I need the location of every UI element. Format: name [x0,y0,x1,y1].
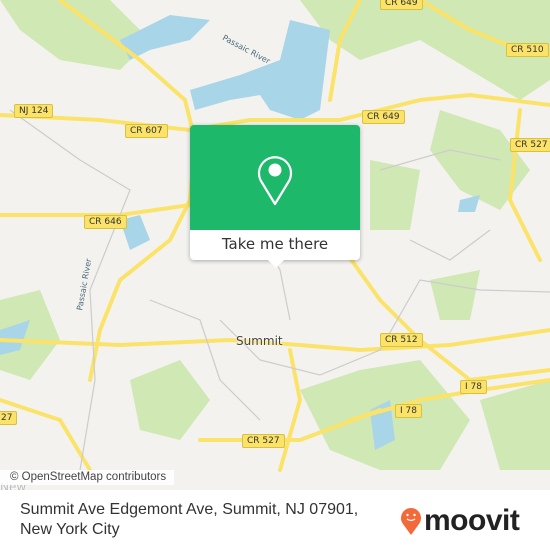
place-label-summit: Summit [236,334,283,348]
road-label: CR 649 [362,110,405,124]
road-label: NJ 124 [14,104,54,118]
road-label: CR 649 [380,0,423,10]
address-text: Summit Ave Edgemont Ave, Summit, NJ 0790… [20,501,359,538]
moovit-pin-icon [401,508,421,535]
popup-header [190,125,360,230]
footer: Summit Ave Edgemont Ave, Summit, NJ 0790… [0,490,550,550]
road-label: CR 607 [125,124,168,138]
road-label: CR 512 [380,333,423,347]
take-me-there-popup[interactable]: Take me there [190,125,360,268]
moovit-logo: moovit [400,504,520,538]
road-label: CR 527 [242,434,285,448]
attribution[interactable]: © OpenStreetMap contributors [0,470,175,485]
road-label: CR 646 [84,215,127,229]
map[interactable]: CR 649 CR 510 NJ 124 CR 607 CR 649 CR 52… [0,0,550,490]
map-pin-icon [257,156,293,206]
road-label: I 78 [395,404,422,418]
brand-name: moovit [424,504,520,537]
take-me-there-button[interactable]: Take me there [190,230,360,260]
road-label: I 78 [460,380,487,394]
road-label: CR 527 [510,138,550,152]
road-label: CR 510 [506,43,549,57]
road-label: 27 [0,411,18,425]
